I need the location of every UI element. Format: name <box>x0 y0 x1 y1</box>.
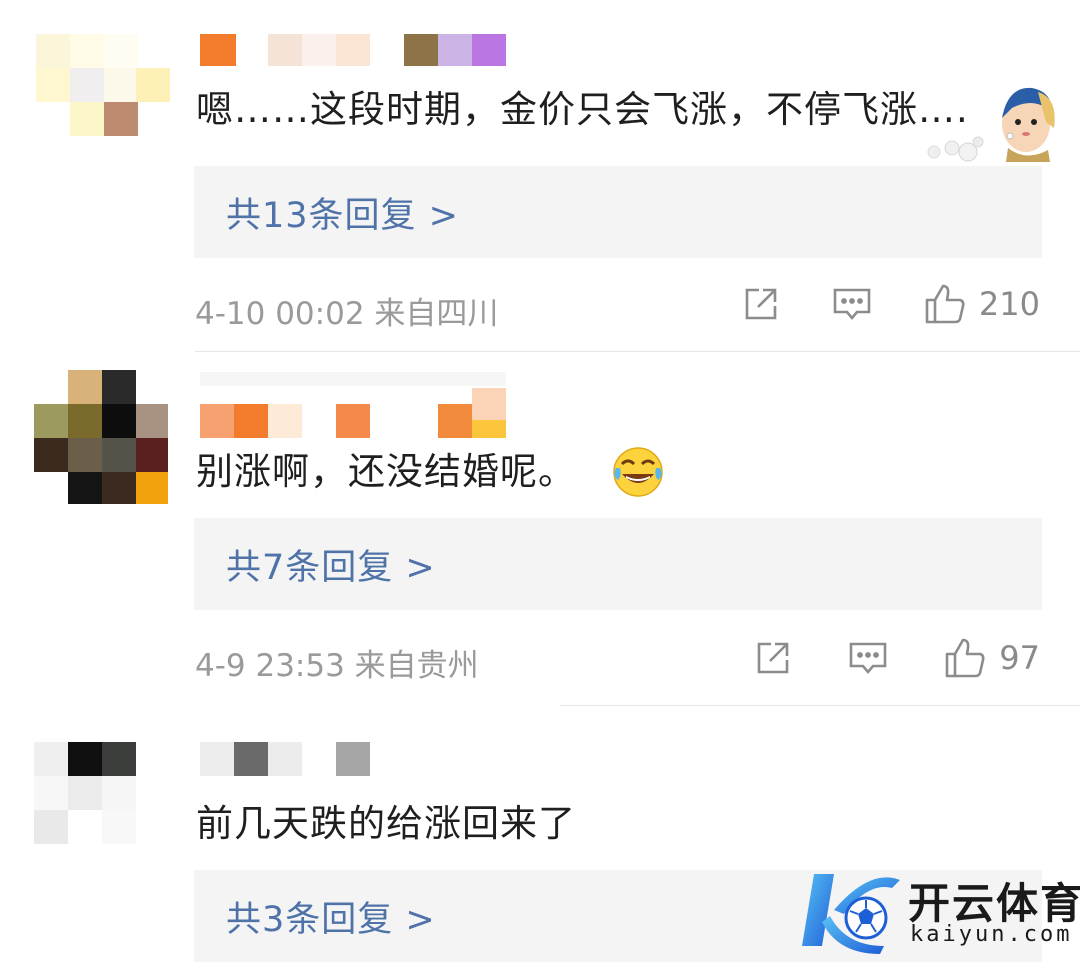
replies-count-label: 共3条回复 > <box>226 899 436 940</box>
comment-item: 嗯……这段时期，金价只会飞涨，不停飞涨…. 共13条回复 > 4-10 00:0… <box>0 0 1080 352</box>
replies-count-label: 共7条回复 > <box>226 547 436 588</box>
avatar[interactable] <box>34 370 168 504</box>
thumbs-up-icon <box>945 638 985 678</box>
comment-text: 别涨啊，还没结婚呢。 <box>196 446 576 498</box>
like-button[interactable]: 97 <box>943 636 1040 680</box>
comment-actions: 210 <box>741 282 1040 326</box>
username[interactable] <box>200 742 372 776</box>
like-count: 97 <box>999 639 1040 677</box>
thumbs-up-icon <box>925 284 965 324</box>
comment-meta: 4-10 00:02 来自四川 <box>195 296 499 332</box>
like-button[interactable]: 210 <box>923 282 1040 326</box>
comment-item: 别涨啊，还没结婚呢。 共7条回复 > 4-9 23:53 来自贵州 97 <box>0 352 1080 706</box>
view-replies-button[interactable]: 共7条回复 > <box>194 518 1042 610</box>
like-count: 210 <box>978 285 1040 323</box>
comment-icon <box>849 642 887 675</box>
watermark-subtitle: kaiyun.com <box>910 922 1073 947</box>
comment-text-content: 别涨啊，还没结婚呢。 <box>196 450 576 493</box>
comment-actions: 97 <box>753 636 1040 680</box>
share-button[interactable] <box>741 284 781 324</box>
replies-count-label: 共13条回复 > <box>226 195 459 236</box>
comment-text: 嗯……这段时期，金价只会飞涨，不停飞涨…. <box>196 88 969 131</box>
comment-icon <box>833 288 871 321</box>
share-button[interactable] <box>753 638 793 678</box>
comment-button[interactable] <box>847 638 889 678</box>
username[interactable] <box>200 370 506 438</box>
girl-with-pearl-earring-sticker <box>908 78 1058 162</box>
share-icon <box>745 288 777 320</box>
avatar[interactable] <box>34 742 136 844</box>
view-replies-button[interactable]: 共13条回复 > <box>194 166 1042 258</box>
share-icon <box>757 642 789 674</box>
watermark-logo: 开云体育 kaiyun.com <box>800 866 1080 956</box>
avatar[interactable] <box>36 34 170 136</box>
comment-button[interactable] <box>831 284 873 324</box>
username[interactable] <box>200 34 506 66</box>
laugh-cry-emoji <box>612 446 664 498</box>
comment-meta: 4-9 23:53 来自贵州 <box>195 648 479 684</box>
k-football-logo <box>802 874 900 954</box>
comment-text: 前几天跌的给涨回来了 <box>196 802 576 845</box>
